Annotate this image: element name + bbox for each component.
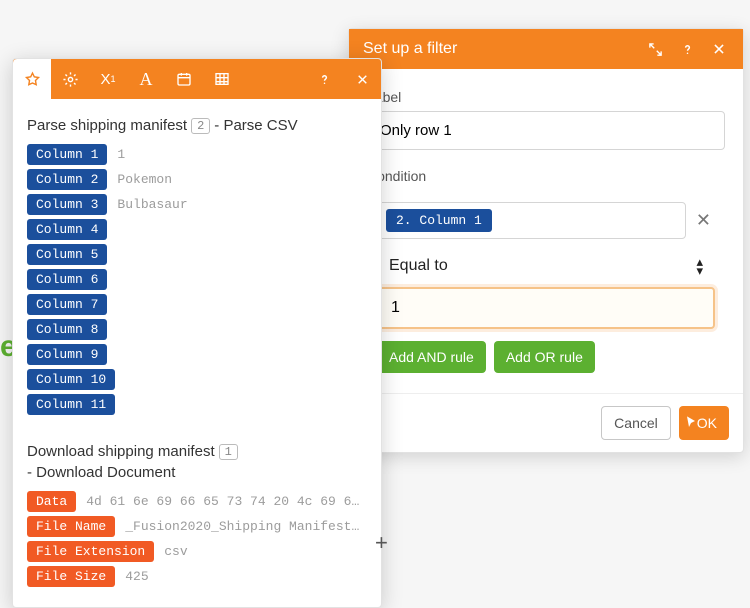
filter-dialog: Set up a filter Label Condition 2. Colum… (348, 28, 744, 453)
tab-settings[interactable] (51, 59, 89, 99)
variable-chip: Column 6 (27, 269, 107, 290)
tab-favorites[interactable] (13, 59, 51, 99)
variable-chip: Data (27, 491, 76, 512)
variable-chip: Column 2 (27, 169, 107, 190)
label-input[interactable] (367, 111, 725, 150)
variable-value: Pokemon (117, 172, 172, 187)
variable-value: csv (164, 544, 187, 559)
variable-chip: Column 1 (27, 144, 107, 165)
add-and-rule-button[interactable]: Add AND rule (377, 341, 486, 373)
variable-chip: Column 7 (27, 294, 107, 315)
variable-chip: Column 4 (27, 219, 107, 240)
variable-row[interactable]: Column 2 Pokemon (27, 169, 367, 190)
variable-row[interactable]: Column 9 (27, 344, 367, 365)
tab-table[interactable] (203, 59, 241, 99)
step-badge: 1 (219, 444, 238, 460)
section-2-title: Download shipping manifest 1 - Download … (27, 443, 367, 481)
dialog-footer: Cancel OK (349, 393, 743, 452)
variable-chip: Column 11 (27, 394, 115, 415)
variable-chip: File Name (27, 516, 115, 537)
operator-select[interactable]: Equal to ▴▾ (377, 245, 715, 287)
condition-value-input[interactable] (377, 287, 715, 329)
variable-value: 4d 61 6e 69 66 65 73 74 20 4c 69 6e 65 2… (86, 494, 367, 509)
ok-button[interactable]: OK (679, 406, 729, 440)
picker-tabs: X1 A (13, 59, 381, 99)
dialog-body: Label Condition 2. Column 1 ✕ Equal to ▴… (349, 69, 743, 393)
variable-value: 1 (117, 147, 125, 162)
tab-text[interactable]: A (127, 59, 165, 99)
tab-formula[interactable]: X1 (89, 59, 127, 99)
variable-chip: Column 9 (27, 344, 107, 365)
variable-row[interactable]: Column 1 1 (27, 144, 367, 165)
label-field-label: Label (367, 89, 725, 105)
variable-row[interactable]: Column 6 (27, 269, 367, 290)
cursor-icon (683, 415, 699, 431)
remove-condition-icon[interactable]: ✕ (692, 210, 715, 231)
variable-row[interactable]: Data 4d 61 6e 69 66 65 73 74 20 4c 69 6e … (27, 491, 367, 512)
close-icon[interactable] (709, 39, 729, 59)
variable-chip: Column 3 (27, 194, 107, 215)
dialog-title: Set up a filter (363, 40, 633, 58)
condition-field-input[interactable]: 2. Column 1 (377, 202, 686, 239)
variable-row[interactable]: Column 7 (27, 294, 367, 315)
expand-icon[interactable] (645, 39, 665, 59)
variable-row[interactable]: File Name _Fusion2020_Shipping Manifest.c… (27, 516, 367, 537)
operator-label: Equal to (389, 257, 448, 275)
variable-row[interactable]: Column 5 (27, 244, 367, 265)
picker-body: Parse shipping manifest 2 - Parse CSV Co… (13, 99, 381, 607)
condition-label: Condition (367, 168, 725, 184)
picker-close-icon[interactable] (343, 59, 381, 99)
variable-chip: File Extension (27, 541, 154, 562)
add-or-rule-button[interactable]: Add OR rule (494, 341, 595, 373)
variable-row[interactable]: Column 4 (27, 219, 367, 240)
variable-picker-panel: X1 A Parse shipping manifest 2 - Parse C… (12, 58, 382, 608)
variable-chip: Column 8 (27, 319, 107, 340)
variable-chip: Column 5 (27, 244, 107, 265)
variable-row[interactable]: Column 3 Bulbasaur (27, 194, 367, 215)
variable-row[interactable]: Column 8 (27, 319, 367, 340)
variable-chip: File Size (27, 566, 115, 587)
variable-value: _Fusion2020_Shipping Manifest.csv (125, 519, 367, 534)
tab-date[interactable] (165, 59, 203, 99)
variable-row[interactable]: File Size 425 (27, 566, 367, 587)
variable-row[interactable]: File Extension csv (27, 541, 367, 562)
variable-row[interactable]: Column 11 (27, 394, 367, 415)
variable-value: 425 (125, 569, 148, 584)
step-badge: 2 (191, 118, 210, 134)
picker-help-icon[interactable] (305, 59, 343, 99)
add-step-icon[interactable]: + (375, 530, 388, 556)
variable-value: Bulbasaur (117, 197, 187, 212)
condition-box: 2. Column 1 ✕ Equal to ▴▾ Add AND rule A… (367, 194, 725, 385)
dialog-titlebar[interactable]: Set up a filter (349, 29, 743, 69)
caret-sort-icon: ▴▾ (696, 255, 703, 277)
section-1-title: Parse shipping manifest 2 - Parse CSV (27, 117, 367, 134)
cancel-button[interactable]: Cancel (601, 406, 671, 440)
variable-chip: Column 10 (27, 369, 115, 390)
help-icon[interactable] (677, 39, 697, 59)
variable-row[interactable]: Column 10 (27, 369, 367, 390)
condition-token: 2. Column 1 (386, 209, 492, 232)
